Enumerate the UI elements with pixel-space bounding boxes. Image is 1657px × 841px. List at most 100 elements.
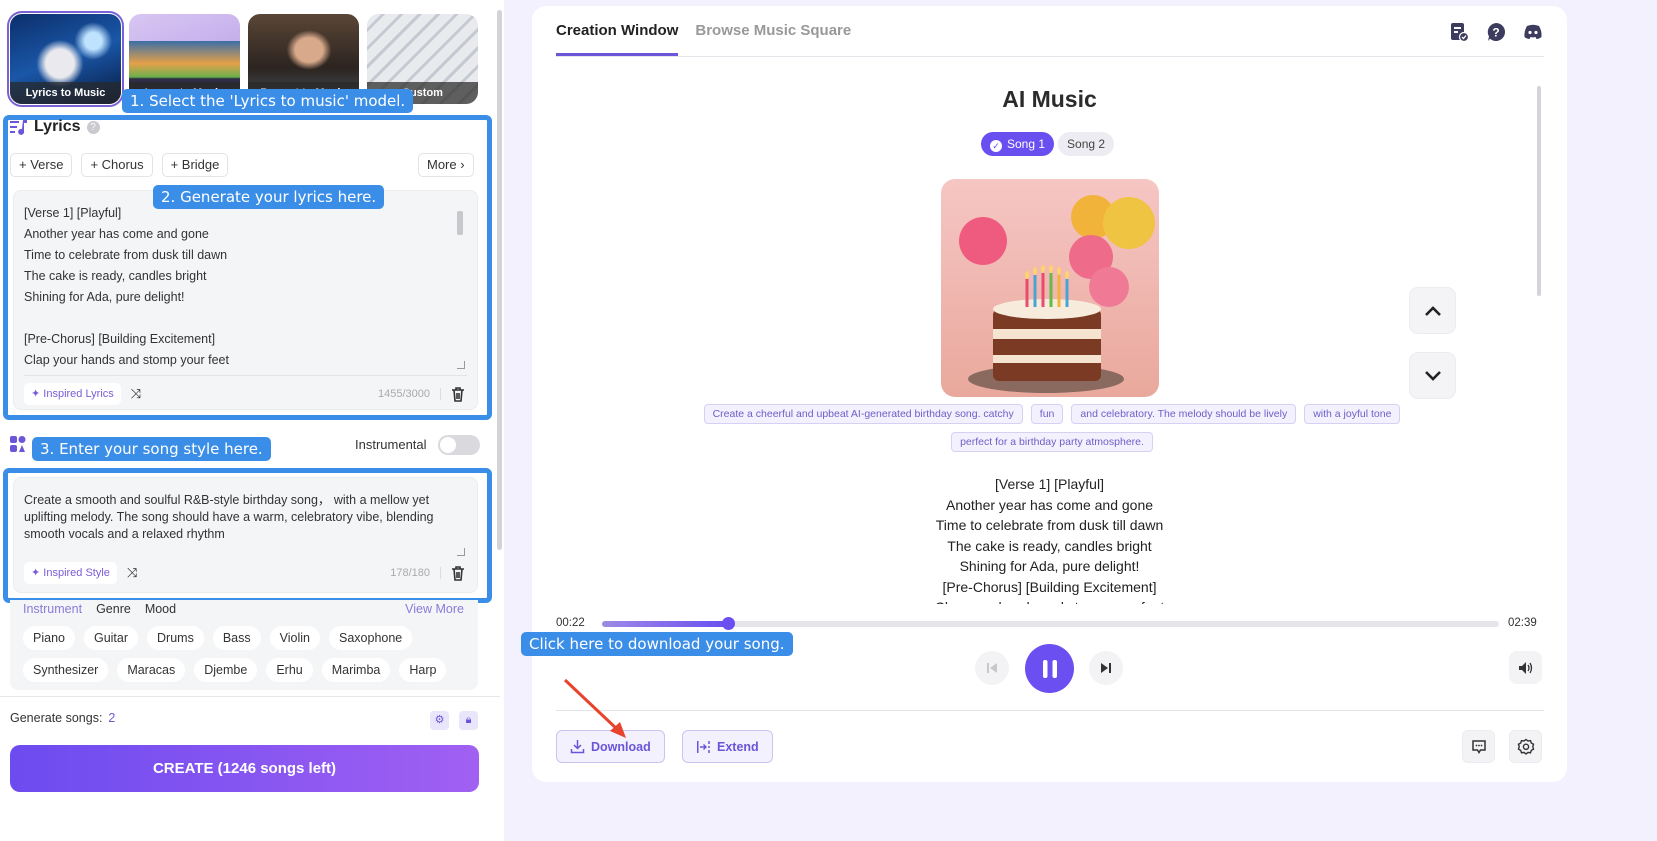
prompt-tag: and celebratory. The melody should be li…	[1071, 404, 1297, 424]
tag-synthesizer[interactable]: Synthesizer	[23, 658, 109, 682]
annotation-step-1: 1. Select the 'Lyrics to music' model.	[122, 89, 414, 113]
comment-icon	[1471, 739, 1486, 754]
skip-back-icon	[987, 663, 997, 673]
tag-piano[interactable]: Piano	[23, 626, 75, 650]
style-textarea[interactable]: Create a smooth and soulful R&B-style bi…	[13, 477, 478, 593]
model-card-lyrics-to-music[interactable]: Lyrics to Music	[7, 11, 124, 107]
prompt-tags: Create a cheerful and upbeat AI-generate…	[652, 404, 1452, 452]
view-more-link[interactable]: View More	[405, 602, 464, 616]
tab-creation-window[interactable]: Creation Window	[556, 22, 679, 56]
prompt-tag: perfect for a birthday party atmosphere.	[951, 432, 1153, 452]
comment-button[interactable]	[1462, 730, 1495, 763]
sparkle-icon: ✦	[31, 388, 41, 400]
tag-djembe[interactable]: Djembe	[194, 658, 258, 682]
chevron-down-icon	[1424, 370, 1441, 381]
annotation-step-2: 2. Generate your lyrics here.	[153, 185, 385, 209]
inspired-lyrics-label: Inspired Lyrics	[43, 388, 114, 400]
annotation-arrow-icon	[563, 678, 626, 738]
tab-instrument[interactable]: Instrument	[23, 602, 82, 616]
divider	[0, 696, 500, 697]
current-time: 00:22	[556, 617, 585, 629]
tag-row-2: Synthesizer Maracas Djembe Erhu Marimba …	[23, 658, 447, 682]
gear-icon[interactable]: ⚙	[430, 711, 449, 730]
style-text[interactable]: Create a smooth and soulful R&B-style bi…	[24, 492, 464, 543]
inspired-style-button[interactable]: ✦ Inspired Style	[24, 562, 117, 584]
lyrics-footer: ✦ Inspired Lyrics ⤨ 1455/3000	[24, 381, 467, 407]
divider	[24, 375, 467, 376]
extend-button[interactable]: Extend	[682, 730, 773, 763]
progress-slider[interactable]	[602, 617, 1499, 630]
lyric-line: Clap your hands and stomp your feet	[532, 597, 1567, 604]
next-song-button[interactable]	[1409, 352, 1456, 399]
add-bridge-button[interactable]: + Bridge	[161, 153, 229, 177]
chevron-up-icon	[1424, 305, 1441, 316]
volume-button[interactable]	[1509, 651, 1542, 684]
tag-bass[interactable]: Bass	[212, 626, 261, 650]
song-tab-2[interactable]: Song 2	[1058, 132, 1115, 156]
lock-icon[interactable]: 🔒︎	[459, 711, 478, 730]
more-label: More	[427, 157, 457, 172]
shuffle-icon[interactable]: ⤨	[127, 565, 137, 581]
tab-genre[interactable]: Genre	[96, 602, 131, 616]
lyrics-display: [Verse 1] [Playful] Another year has com…	[532, 474, 1567, 604]
tag-saxophone[interactable]: Saxophone	[329, 626, 413, 650]
lyrics-scrollbar[interactable]	[457, 211, 463, 235]
left-panel: Lyrics to Music Image to Music Prompt to…	[0, 0, 504, 841]
pause-button[interactable]	[1025, 644, 1074, 693]
tag-erhu[interactable]: Erhu	[266, 658, 313, 682]
lyrics-text[interactable]: [Verse 1] [Playful] Another year has com…	[24, 203, 229, 371]
chevron-right-icon: ›	[460, 157, 465, 172]
tab-browse-music-square[interactable]: Browse Music Square	[695, 22, 851, 56]
shuffle-icon[interactable]: ⤨	[131, 386, 141, 402]
more-button[interactable]: More ›	[418, 153, 474, 177]
resize-handle[interactable]	[457, 361, 465, 369]
style-grid-icon	[10, 436, 26, 452]
gear-icon	[1517, 738, 1534, 755]
tag-harp[interactable]: Harp	[399, 658, 447, 682]
progress-knob[interactable]	[721, 617, 735, 630]
main-tabs: Creation Window Browse Music Square	[556, 22, 851, 56]
tag-violin[interactable]: Violin	[269, 626, 320, 650]
trash-icon[interactable]	[449, 385, 467, 403]
left-scrollbar[interactable]	[497, 10, 502, 550]
resize-handle[interactable]	[457, 548, 465, 556]
tag-marimba[interactable]: Marimba	[321, 658, 391, 682]
total-time: 02:39	[1508, 617, 1537, 629]
previous-song-button[interactable]	[1409, 287, 1456, 334]
song-selector: ✓ Song 1 Song 2	[981, 132, 1115, 156]
settings-button[interactable]	[1509, 730, 1542, 763]
lyrics-textarea[interactable]: [Verse 1] [Playful] Another year has com…	[13, 190, 478, 410]
inspired-style-label: Inspired Style	[43, 567, 110, 579]
inspired-lyrics-button[interactable]: ✦ Inspired Lyrics	[24, 383, 121, 405]
trash-icon[interactable]	[449, 564, 467, 582]
song-tab-label: Song 1	[1007, 137, 1046, 151]
discord-icon[interactable]	[1523, 22, 1543, 42]
skip-forward-icon	[1101, 663, 1111, 673]
lyric-line: [Verse 1] [Playful]	[995, 476, 1104, 492]
song-tab-1[interactable]: ✓ Song 1	[981, 132, 1055, 156]
task-list-icon[interactable]	[1449, 22, 1469, 42]
right-scrollbar[interactable]	[1537, 86, 1541, 296]
generate-songs-value[interactable]: 2	[108, 711, 115, 725]
skip-forward-button[interactable]	[1089, 651, 1123, 685]
help-icon[interactable]: ?	[1486, 22, 1506, 42]
prompt-tag: fun	[1030, 404, 1064, 424]
prompt-tag: Create a cheerful and upbeat AI-generate…	[703, 404, 1023, 424]
check-icon: ✓	[990, 140, 1002, 152]
style-tags-panel: Instrument Genre Mood View More Piano Gu…	[10, 600, 478, 690]
add-verse-button[interactable]: + Verse	[10, 153, 73, 177]
lyrics-icon	[10, 120, 27, 135]
prompt-tag: with a joyful tone	[1304, 404, 1401, 424]
create-button[interactable]: CREATE (1246 songs left)	[10, 745, 479, 792]
add-chorus-button[interactable]: + Chorus	[81, 153, 153, 177]
help-icon[interactable]: ?	[86, 120, 100, 134]
tag-guitar[interactable]: Guitar	[83, 626, 139, 650]
instrumental-toggle[interactable]	[438, 435, 480, 455]
skip-back-button[interactable]	[975, 651, 1009, 685]
creation-panel: Creation Window Browse Music Square ? AI…	[532, 6, 1567, 782]
tag-maracas[interactable]: Maracas	[117, 658, 186, 682]
tab-mood[interactable]: Mood	[145, 602, 176, 616]
lyrics-header: Lyrics ?	[10, 118, 100, 136]
instrumental-label: Instrumental	[355, 437, 427, 452]
tag-drums[interactable]: Drums	[147, 626, 204, 650]
